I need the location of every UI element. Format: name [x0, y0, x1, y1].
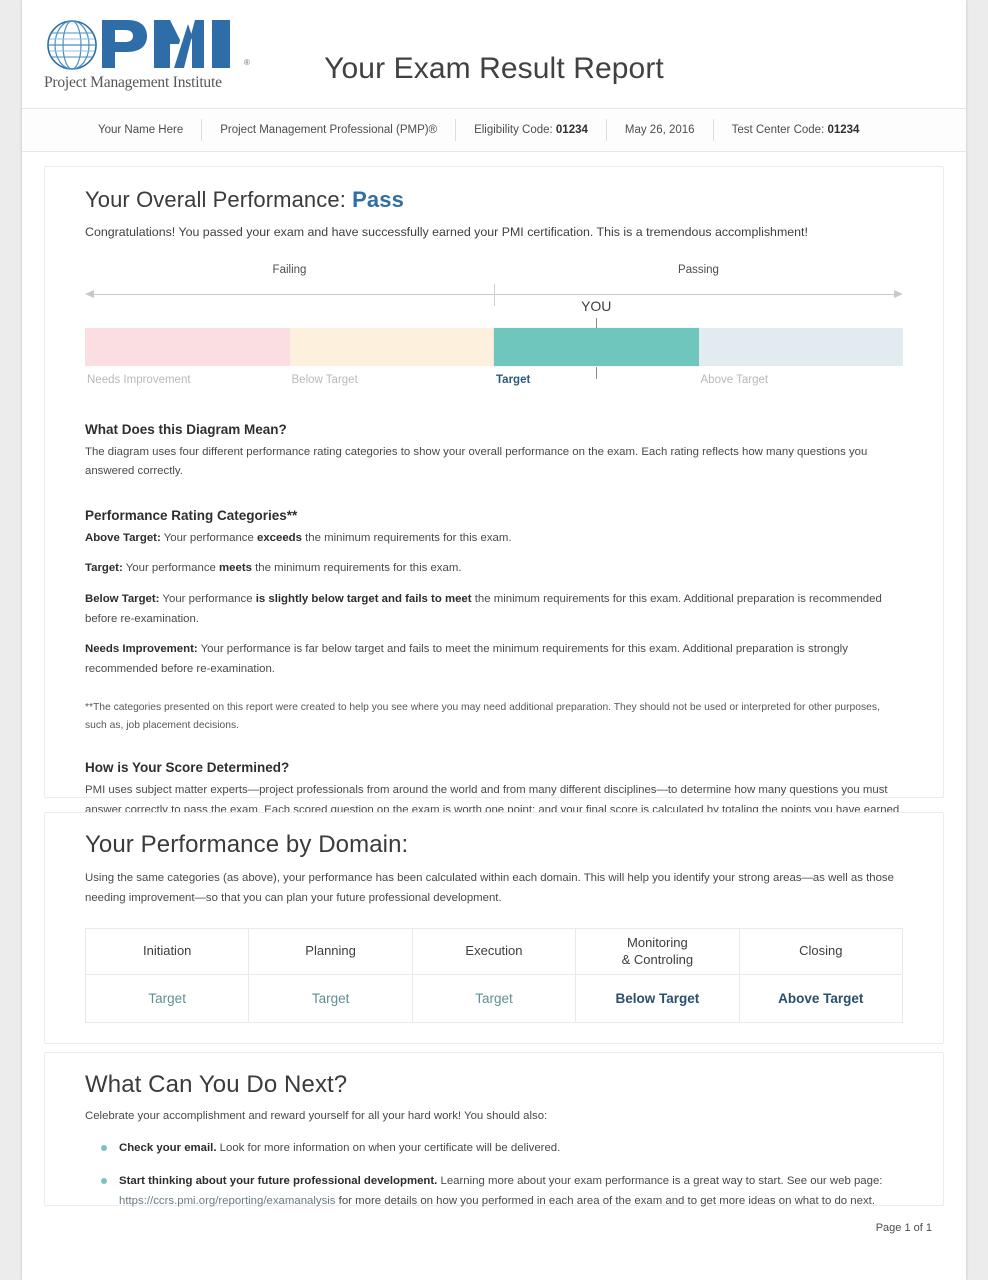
diagram-explanation-section: What Does this Diagram Mean? The diagram… — [85, 422, 903, 482]
rating-category-term: Target: — [85, 562, 123, 575]
rating-category-emphasis: is slightly below target and fails to me… — [255, 593, 472, 606]
test-center-code-label: Test Center Code: — [731, 124, 825, 136]
scale-label-target: Target — [496, 373, 531, 386]
scale-bar-segment-target — [494, 327, 699, 366]
score-determination-heading: How is Your Score Determined? — [85, 760, 290, 776]
list-item: Check your email. Look for more informat… — [85, 1139, 903, 1159]
list-item-lead: Check your email. — [119, 1141, 217, 1154]
domain-results-table: Initiation Planning Execution Monitoring & C… — [84, 928, 904, 1024]
overall-performance-title-prefix: Your Overall Performance: — [85, 187, 346, 212]
table-row: Target Target Target Below Target Above Targ… — [84, 974, 904, 1024]
page-footer: Page 1 of 1 — [44, 1222, 944, 1234]
rating-categories-heading: Performance Rating Categories** — [85, 507, 298, 523]
domain-column-header: Monitoring & Controling — [575, 928, 740, 976]
domain-result-value: Target — [84, 974, 250, 1024]
domain-column-header: Closing — [738, 928, 904, 976]
rating-category-item: Needs Improvement: Your performance is f… — [85, 643, 848, 675]
eligibility-code-label: Eligibility Code: — [474, 124, 553, 136]
you-marker-label: YOU — [581, 297, 612, 314]
domain-result-value: Target — [411, 974, 577, 1024]
page-title: Your Exam Result Report — [324, 52, 664, 85]
exam-analysis-link[interactable]: https://ccrs.pmi.org/reporting/examanaly… — [119, 1195, 336, 1207]
next-steps-list: Check your email. Look for more informat… — [85, 1139, 903, 1212]
overall-result-badge: Pass — [352, 187, 404, 212]
scale-bar-track — [85, 327, 903, 366]
domain-performance-card: Your Performance by Domain: Using the sa… — [44, 812, 944, 1044]
report-header: ® Project Management Institute Your Exam… — [22, 0, 966, 108]
axis-midpoint-tick — [494, 283, 495, 306]
rating-categories-section: Performance Rating Categories** Above Ta… — [85, 508, 903, 735]
scale-zone-label-failing: Failing — [272, 263, 307, 276]
scale-category-labels: Needs Improvement Below Target Target Above… — [85, 374, 903, 394]
domain-section-intro: Using the same categories (as above), yo… — [85, 872, 894, 904]
certification-name: Project Management Professional (PMP)® — [202, 119, 457, 141]
rating-category-emphasis: exceeds — [257, 531, 302, 544]
test-center-code: Test Center Code: 01234 — [714, 119, 878, 141]
domain-result-value: Above Target — [738, 974, 904, 1024]
rating-category-item: Below Target: Your performance is slight… — [85, 593, 882, 625]
next-steps-card: What Can You Do Next? Celebrate your acc… — [44, 1052, 944, 1207]
eligibility-code: Eligibility Code: 01234 — [456, 119, 607, 141]
candidate-name-value: Your Name Here — [98, 124, 184, 136]
page-number-label: Page 1 of 1 — [875, 1222, 932, 1234]
diagram-explanation-body: The diagram uses four different performa… — [85, 445, 868, 478]
rating-category-term: Below Target: — [85, 593, 160, 606]
domain-section-heading: Your Performance by Domain: — [85, 831, 409, 858]
congratulations-text: Congratulations! You passed your exam an… — [85, 225, 808, 239]
list-item: Start thinking about your future profess… — [85, 1172, 903, 1211]
scale-label-needs-improvement: Needs Improvement — [87, 373, 191, 386]
overall-performance-card: Your Overall Performance: Pass Congratul… — [44, 166, 944, 836]
rating-category-term: Needs Improvement: — [85, 643, 198, 656]
report-page: ® Project Management Institute Your Exam… — [22, 0, 966, 1280]
rating-categories-footnote: **The categories presented on this repor… — [85, 702, 880, 731]
exam-date: May 26, 2016 — [607, 119, 714, 141]
certification-name-value: Project Management Professional (PMP)® — [220, 124, 438, 136]
diagram-explanation-heading: What Does this Diagram Mean? — [85, 421, 287, 437]
exam-date-value: May 26, 2016 — [624, 124, 695, 136]
list-item-lead: Start thinking about your future profess… — [119, 1175, 438, 1188]
bullet-dot-icon — [101, 1144, 107, 1151]
test-center-code-value: 01234 — [827, 124, 860, 136]
scale-bar-segment-needs-improvement — [85, 327, 290, 366]
next-steps-heading: What Can You Do Next? — [85, 1071, 348, 1098]
overall-performance-title: Your Overall Performance: Pass — [85, 187, 903, 213]
scale-bar-segment-below-target — [289, 327, 494, 366]
domain-result-value: Target — [248, 974, 413, 1024]
domain-result-value: Below Target — [575, 974, 740, 1024]
scale-bar-segment-above-target — [698, 327, 903, 366]
rating-category-item: Target: Your performance meets the minim… — [85, 562, 462, 575]
performance-scale-chart: Failing Passing YOU Needs Improvement Bel… — [85, 264, 903, 396]
eligibility-code-value: 01234 — [555, 124, 588, 136]
axis-arrow-right-icon — [894, 289, 903, 298]
you-marker-tick-top — [596, 317, 598, 328]
exam-info-bar: Your Name Here Project Management Profes… — [22, 108, 966, 152]
scale-label-above-target: Above Target — [700, 373, 769, 386]
scale-zone-label-passing: Passing — [678, 263, 719, 276]
bullet-dot-icon — [101, 1178, 107, 1185]
next-steps-intro: Celebrate your accomplishment and reward… — [85, 1110, 548, 1122]
rating-category-term: Above Target: — [85, 531, 161, 544]
rating-categories-list: Above Target: Your performance exceeds t… — [85, 529, 903, 680]
table-header-row: Initiation Planning Execution Monitoring & C… — [84, 928, 904, 976]
scale-label-below-target: Below Target — [291, 373, 358, 386]
domain-column-header: Initiation — [84, 928, 250, 976]
rating-category-emphasis: meets — [219, 562, 252, 575]
candidate-name: Your Name Here — [50, 119, 203, 141]
domain-column-header: Planning — [248, 928, 413, 976]
domain-column-header: Execution — [411, 928, 577, 976]
rating-category-item: Above Target: Your performance exceeds t… — [85, 531, 512, 544]
